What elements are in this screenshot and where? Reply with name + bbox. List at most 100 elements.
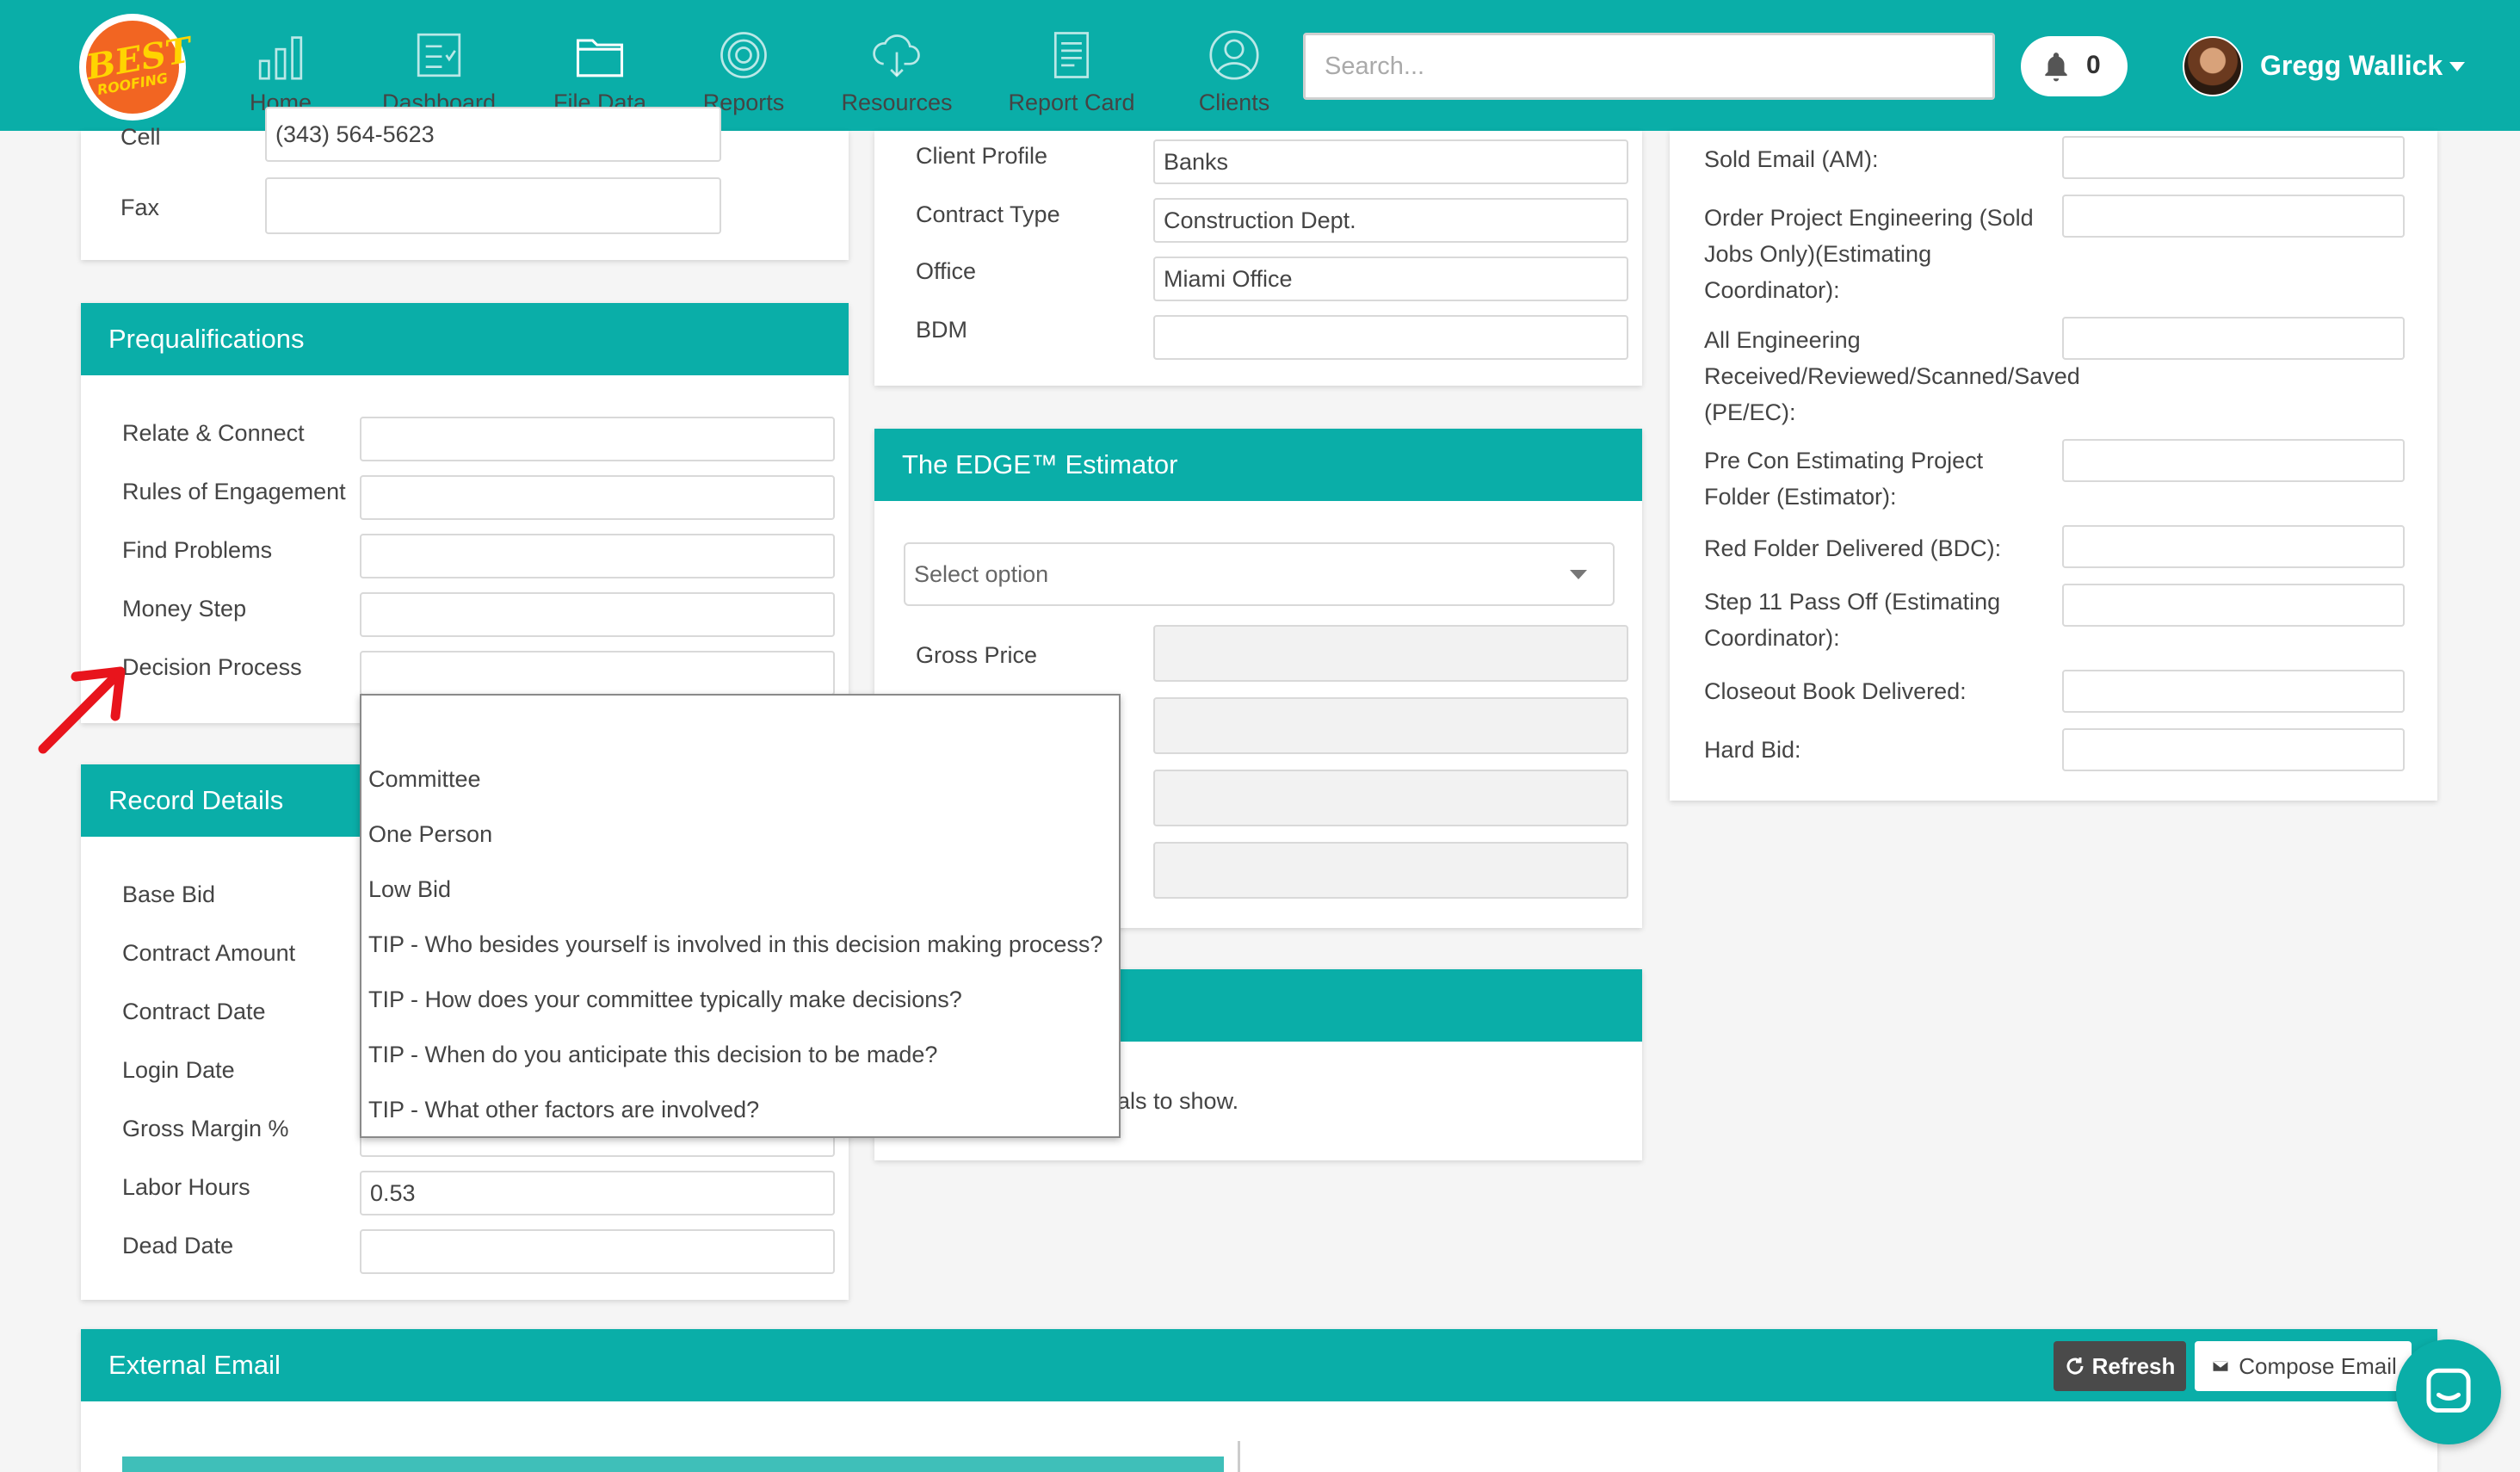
order-engineering-label-line2: Jobs Only)(Estimating: [1704, 241, 1932, 267]
bdm-field[interactable]: [1153, 315, 1628, 360]
all-engineering-label-line2: Received/Reviewed/Scanned/Saved: [1704, 363, 2080, 389]
base-bid-label: Base Bid: [122, 881, 216, 907]
nav-clients[interactable]: Clients: [1191, 0, 1277, 131]
red-folder-label: Red Folder Delivered (BDC):: [1704, 535, 2002, 561]
dropdown-option[interactable]: Low Bid: [368, 876, 451, 903]
dropdown-option[interactable]: TIP - Who besides yourself is involved i…: [368, 931, 1102, 958]
order-engineering-label: Order Project Engineering (Sold Jobs Onl…: [1704, 200, 2034, 308]
edge-estimator-header: The EDGE™ Estimator: [874, 429, 1642, 501]
notification-count: 0: [2086, 51, 2101, 79]
pre-con-field[interactable]: [2062, 439, 2405, 482]
client-info-card: Client Profile Banks Contract Type Const…: [874, 131, 1642, 386]
user-icon: [1209, 30, 1259, 80]
order-engineering-label-line3: Coordinator):: [1704, 277, 1840, 303]
company-logo[interactable]: BEST ROOFING: [79, 14, 195, 121]
decision-process-label: Decision Process: [122, 654, 302, 680]
dropdown-option[interactable]: TIP - When do you anticipate this decisi…: [368, 1042, 937, 1068]
milestones-card: Sold Email (AM): Order Project Engineeri…: [1670, 131, 2437, 801]
dead-date-field[interactable]: [360, 1229, 835, 1274]
user-name[interactable]: Gregg Wallick: [2260, 50, 2443, 82]
client-profile-label: Client Profile: [916, 143, 1048, 169]
dropdown-option[interactable]: TIP - How does your committee typically …: [368, 986, 962, 1013]
labor-hours-label: Labor Hours: [122, 1174, 250, 1200]
refresh-button[interactable]: Refresh: [2054, 1341, 2186, 1391]
compose-email-button[interactable]: Compose Email: [2195, 1341, 2412, 1391]
relate-connect-label: Relate & Connect: [122, 420, 305, 446]
order-engineering-field[interactable]: [2062, 195, 2405, 238]
fax-label: Fax: [120, 195, 160, 220]
all-engineering-label: All Engineering Received/Reviewed/Scanne…: [1704, 322, 2080, 430]
step11-label: Step 11 Pass Off (Estimating Coordinator…: [1704, 584, 2000, 656]
step11-field[interactable]: [2062, 584, 2405, 627]
closeout-book-field[interactable]: [2062, 670, 2405, 713]
order-engineering-label-line1: Order Project Engineering (Sold: [1704, 205, 2034, 231]
dropdown-option[interactable]: TIP - What other factors are involved?: [368, 1097, 759, 1123]
all-engineering-field[interactable]: [2062, 317, 2405, 360]
compose-email-button-label: Compose Email: [2239, 1352, 2397, 1379]
bell-icon: [2045, 53, 2067, 82]
labor-hours-field[interactable]: 0.53: [360, 1171, 835, 1215]
money-step-label: Money Step: [122, 596, 247, 622]
rules-engagement-field[interactable]: [360, 475, 835, 520]
all-engineering-label-line1: All Engineering: [1704, 327, 1861, 353]
cell-label: Cell: [120, 124, 161, 150]
dropdown-option[interactable]: Committee: [368, 766, 481, 793]
envelope-icon: [2212, 1359, 2230, 1373]
sold-email-field[interactable]: [2062, 136, 2405, 179]
hard-bid-field[interactable]: [2062, 728, 2405, 771]
dead-date-label: Dead Date: [122, 1233, 234, 1259]
edge-option-select[interactable]: Select option: [904, 542, 1615, 606]
user-menu-caret-icon[interactable]: [2449, 62, 2465, 71]
annotation-arrow-icon: [38, 666, 126, 754]
empty-state-text: als to show.: [1117, 1088, 1239, 1114]
dropdown-option[interactable]: One Person: [368, 821, 492, 848]
estimator-field-3: [1153, 770, 1628, 826]
estimator-field-2: [1153, 697, 1628, 754]
nav-resources-label: Resources: [841, 90, 953, 115]
pre-con-label: Pre Con Estimating Project Folder (Estim…: [1704, 442, 1983, 515]
contract-date-label: Contract Date: [122, 999, 266, 1024]
contract-type-field[interactable]: Construction Dept.: [1153, 198, 1628, 243]
email-pane-divider: [1238, 1441, 1240, 1472]
logo-badge: BEST ROOFING: [83, 21, 195, 114]
select-chevron-down-icon[interactable]: [1570, 570, 1587, 579]
office-field[interactable]: Miami Office: [1153, 257, 1628, 301]
chat-launcher-button[interactable]: [2396, 1339, 2501, 1444]
notifications-button[interactable]: 0: [2021, 36, 2128, 96]
cell-field[interactable]: (343) 564-5623: [265, 107, 721, 162]
nav-report-card[interactable]: Report Card: [1005, 0, 1138, 131]
red-folder-field[interactable]: [2062, 525, 2405, 568]
all-engineering-label-line3: (PE/EC):: [1704, 399, 1796, 425]
prequalifications-card: Prequalifications Relate & Connect Rules…: [81, 303, 849, 723]
pre-con-label-line1: Pre Con Estimating Project: [1704, 448, 1984, 473]
cloud-download-icon: [873, 34, 920, 77]
nav-report-card-label: Report Card: [1008, 90, 1135, 115]
chat-icon: [2426, 1368, 2471, 1413]
email-list-bar: [122, 1457, 1224, 1472]
money-step-field[interactable]: [360, 592, 835, 637]
decision-process-select[interactable]: [360, 651, 835, 696]
find-problems-field[interactable]: [360, 534, 835, 578]
contact-card: Cell (343) 564-5623 Fax: [81, 107, 849, 260]
rules-engagement-label: Rules of Engagement: [122, 479, 346, 504]
external-email-card: External Email Refresh Compose Email: [81, 1329, 2437, 1472]
nav-resources[interactable]: Resources: [840, 0, 954, 131]
gross-price-label: Gross Price: [916, 642, 1038, 668]
bar-chart-icon: [258, 36, 303, 80]
contract-amount-label: Contract Amount: [122, 940, 296, 966]
fax-field[interactable]: [265, 177, 721, 234]
avatar[interactable]: [2183, 36, 2243, 96]
client-profile-field[interactable]: Banks: [1153, 139, 1628, 184]
contract-type-label: Contract Type: [916, 201, 1060, 227]
refresh-icon: [2066, 1358, 2084, 1375]
decision-process-dropdown: Committee One Person Low Bid TIP - Who b…: [360, 694, 1121, 1138]
step11-label-line2: Coordinator):: [1704, 625, 1840, 651]
search-input[interactable]: [1303, 33, 1995, 100]
prequalifications-header: Prequalifications: [81, 303, 849, 375]
step11-label-line1: Step 11 Pass Off (Estimating: [1704, 589, 2001, 615]
refresh-button-label: Refresh: [2091, 1352, 2176, 1379]
find-problems-label: Find Problems: [122, 537, 273, 563]
gross-margin-label: Gross Margin %: [122, 1116, 289, 1141]
relate-connect-field[interactable]: [360, 417, 835, 461]
sold-email-label: Sold Email (AM):: [1704, 146, 1879, 172]
